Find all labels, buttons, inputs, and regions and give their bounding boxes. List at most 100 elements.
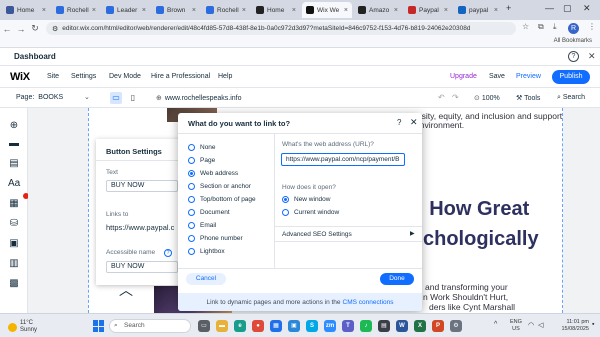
excel-icon[interactable]: X <box>414 320 426 332</box>
link-option-lightbox[interactable]: Lightbox <box>188 246 225 256</box>
cancel-button[interactable]: Cancel <box>186 273 226 285</box>
close-icon[interactable]: × <box>142 7 146 14</box>
radio-button-selected[interactable] <box>188 169 195 177</box>
close-icon[interactable]: ✕ <box>588 51 596 62</box>
zoom-control[interactable]: ⊙ 100% <box>474 94 500 102</box>
cms-connections-link[interactable]: CMS connections <box>343 299 394 306</box>
search-button[interactable]: ⌕ Search <box>557 94 585 102</box>
skype-icon[interactable]: S <box>306 320 318 332</box>
browser-tab[interactable]: Rochell × <box>202 2 250 18</box>
new-tab-icon[interactable]: + <box>506 3 511 13</box>
store-icon[interactable]: ▦ <box>270 320 282 332</box>
menu-settings[interactable]: Settings <box>71 73 96 80</box>
bookmark-star-icon[interactable]: ☆ <box>522 22 529 31</box>
browser-tab[interactable]: paypal × <box>454 2 502 18</box>
help-icon[interactable]: ? <box>397 118 401 127</box>
close-icon[interactable]: × <box>292 7 296 14</box>
save-button[interactable]: Save <box>489 73 505 80</box>
radio-button-selected[interactable] <box>282 196 289 203</box>
done-button[interactable]: Done <box>380 273 414 285</box>
close-icon[interactable]: × <box>242 7 246 14</box>
dashboard-title[interactable]: Dashboard <box>14 52 56 61</box>
maximize-icon[interactable]: ▢ <box>563 3 572 14</box>
windows-start-icon[interactable] <box>93 320 105 332</box>
accessible-name-input[interactable]: BUY NOW <box>106 261 178 273</box>
help-icon[interactable]: ? <box>568 51 579 62</box>
powerpoint-icon[interactable]: P <box>432 320 444 332</box>
menu-help[interactable]: Help <box>218 73 232 80</box>
taskbar-search[interactable]: ⌕ Search <box>109 319 191 333</box>
link-option-top-bottom[interactable]: Top/bottom of page <box>188 194 256 204</box>
add-section-icon[interactable]: ▬ <box>8 138 20 150</box>
menu-dev-mode[interactable]: Dev Mode <box>109 73 141 80</box>
file-explorer-icon[interactable]: ▬ <box>216 320 228 332</box>
app-icon[interactable]: ▤ <box>378 320 390 332</box>
browser-tab[interactable]: Amazo × <box>354 2 402 18</box>
close-icon[interactable]: × <box>394 7 398 14</box>
radio-button[interactable] <box>188 221 195 229</box>
pages-menus-icon[interactable]: ▤ <box>8 158 20 170</box>
teams-icon[interactable]: T <box>342 320 354 332</box>
link-option-document[interactable]: Document <box>188 207 230 217</box>
link-option-page[interactable]: Page <box>188 155 215 165</box>
preview-button[interactable]: Preview <box>516 73 541 80</box>
zoom-icon[interactable]: zm <box>324 320 336 332</box>
word-icon[interactable]: W <box>396 320 408 332</box>
menu-site[interactable]: Site <box>47 73 59 80</box>
site-info-icon[interactable]: ⚙ <box>52 25 58 33</box>
radio-button[interactable] <box>188 247 195 255</box>
downloads-icon[interactable]: ⤓ <box>553 22 557 32</box>
browser-tab[interactable]: Brown × <box>152 2 200 18</box>
link-option-none[interactable]: None <box>188 142 216 152</box>
close-icon[interactable]: × <box>344 7 348 14</box>
browser-menu-icon[interactable]: ⋮ <box>588 22 596 31</box>
desktop-view-icon[interactable]: ▭ <box>110 92 122 104</box>
browser-tab[interactable]: Leader × <box>102 2 150 18</box>
chrome-icon[interactable]: ● <box>252 320 264 332</box>
site-address[interactable]: ⊕ www.rochellespeaks.info <box>156 94 242 102</box>
browser-tab-active[interactable]: Wix We × <box>302 2 352 18</box>
wix-logo[interactable]: WiX <box>10 71 30 83</box>
cms-icon[interactable]: ⛁ <box>8 218 20 230</box>
edge-icon[interactable]: e <box>234 320 246 332</box>
radio-button[interactable] <box>188 208 195 216</box>
radio-button[interactable] <box>188 143 195 151</box>
chevron-down-icon[interactable]: ⌄ <box>84 93 90 101</box>
settings-icon[interactable]: ⚙ <box>450 320 462 332</box>
language-indicator[interactable]: ENG US <box>510 319 522 333</box>
volume-icon[interactable]: ◁ <box>538 321 543 329</box>
tools-button[interactable]: ⚒ Tools <box>516 94 540 102</box>
link-option-web-address[interactable]: Web address <box>188 168 238 178</box>
spotify-icon[interactable]: ♪ <box>360 320 372 332</box>
wifi-icon[interactable]: ◠ <box>528 321 534 329</box>
apps-icon[interactable]: ▦ <box>8 198 20 210</box>
media-icon[interactable]: ▣ <box>8 238 20 250</box>
site-design-icon[interactable]: Aa <box>8 178 20 190</box>
close-icon[interactable]: × <box>444 7 448 14</box>
photos-icon[interactable]: ▣ <box>288 320 300 332</box>
window-close-icon[interactable]: ✕ <box>583 3 591 14</box>
mobile-view-icon[interactable]: ▯ <box>127 92 139 104</box>
publish-button[interactable]: Publish <box>552 70 590 84</box>
back-icon[interactable]: ← <box>0 24 14 34</box>
advanced-seo-settings[interactable]: Advanced SEO Settings ▶ <box>274 226 422 242</box>
radio-button[interactable] <box>188 195 195 203</box>
upgrade-link[interactable]: Upgrade <box>450 73 477 80</box>
close-icon[interactable]: × <box>494 7 498 14</box>
close-icon[interactable]: × <box>42 7 46 14</box>
browser-tab[interactable]: Home × <box>252 2 300 18</box>
browser-tab[interactable]: Rochell × <box>52 2 100 18</box>
open-new-window[interactable]: New window <box>282 196 331 203</box>
system-clock[interactable]: 11:01 pm 15/08/2025 <box>553 319 589 333</box>
profile-avatar[interactable]: R <box>568 23 579 34</box>
radio-button[interactable] <box>188 234 195 242</box>
help-icon[interactable]: ? <box>164 249 172 257</box>
button-text-input[interactable]: BUY NOW <box>106 180 178 192</box>
address-bar[interactable]: ⚙ editor.wix.com/html/editor/web/rendere… <box>46 22 516 35</box>
browser-tab[interactable]: Paypal × <box>404 2 452 18</box>
weather-widget[interactable]: 11°C Sunny <box>8 320 37 334</box>
task-view-icon[interactable]: ▭ <box>198 320 210 332</box>
close-icon[interactable]: × <box>192 7 196 14</box>
minimize-icon[interactable]: — <box>545 3 554 13</box>
extensions-icon[interactable]: ⧉ <box>538 22 544 32</box>
